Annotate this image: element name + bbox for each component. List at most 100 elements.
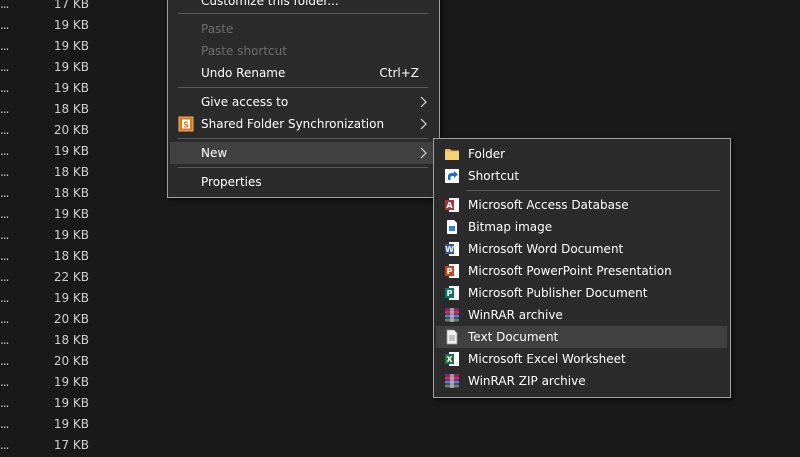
submenu-item-bitmap-image[interactable]: Bitmap image: [434, 216, 728, 238]
file-row[interactable]: ... 17 KB: [0, 436, 160, 457]
file-row[interactable]: ... 18 KB: [0, 247, 160, 268]
file-row[interactable]: ... 20 KB: [0, 352, 160, 373]
file-size: 18 KB: [53, 165, 89, 179]
menu-item-paste: Paste: [168, 18, 437, 40]
file-row[interactable]: ... 19 KB: [0, 415, 160, 436]
file-size: 18 KB: [53, 249, 89, 263]
file-size: 18 KB: [53, 102, 89, 116]
file-row[interactable]: ... 18 KB: [0, 331, 160, 352]
menu-separator: [178, 138, 428, 139]
file-row[interactable]: ... 18 KB: [0, 184, 160, 205]
file-name: ...: [0, 207, 10, 221]
folder-icon: [445, 149, 459, 160]
file-row[interactable]: ... 20 KB: [0, 310, 160, 331]
menu-item-label: Properties: [201, 175, 262, 189]
submenu-item-shortcut[interactable]: Shortcut: [434, 165, 728, 187]
file-row[interactable]: ... 19 KB: [0, 16, 160, 37]
file-name: ...: [0, 228, 10, 242]
submenu-item-label: WinRAR ZIP archive: [468, 374, 586, 388]
menu-item-label: Paste: [201, 22, 234, 36]
file-row[interactable]: ... 18 KB: [0, 163, 160, 184]
sync-icon: S: [178, 116, 194, 132]
file-size: 17 KB: [53, 0, 89, 11]
file-size: 19 KB: [53, 144, 89, 158]
svg-text:P: P: [447, 289, 453, 298]
file-name: ...: [0, 291, 10, 305]
file-name: ...: [0, 18, 10, 32]
menu-item-shared-folder-sync[interactable]: S Shared Folder Synchronization: [168, 113, 437, 135]
file-row[interactable]: ... 19 KB: [0, 394, 160, 415]
file-size: 19 KB: [53, 417, 89, 431]
winrar-icon: [445, 308, 459, 322]
menu-item-paste-shortcut: Paste shortcut: [168, 40, 437, 62]
file-name: ...: [0, 249, 10, 263]
context-menu: Customize this folder... Paste Paste sho…: [167, 0, 440, 198]
menu-item-label: New: [201, 146, 228, 160]
file-row[interactable]: ... 19 KB: [0, 226, 160, 247]
submenu-item-label: Microsoft Access Database: [468, 198, 629, 212]
powerpoint-icon: P: [445, 264, 459, 278]
menu-item-label: Customize this folder...: [201, 0, 339, 8]
file-row[interactable]: ... 19 KB: [0, 205, 160, 226]
submenu-item-word-document[interactable]: W Microsoft Word Document: [434, 238, 728, 260]
menu-separator: [178, 13, 428, 14]
submenu-item-label: Microsoft Word Document: [468, 242, 624, 256]
submenu-item-label: Shortcut: [468, 169, 520, 183]
submenu-item-powerpoint-presentation[interactable]: P Microsoft PowerPoint Presentation: [434, 260, 728, 282]
submenu-item-label: Microsoft Excel Worksheet: [468, 352, 626, 366]
file-size: 18 KB: [53, 333, 89, 347]
chevron-right-icon: [420, 96, 427, 108]
submenu-item-winrar-zip-archive[interactable]: WinRAR ZIP archive: [434, 370, 728, 392]
file-name: ...: [0, 102, 10, 116]
menu-item-customize-folder[interactable]: Customize this folder...: [168, 0, 437, 12]
file-size: 18 KB: [53, 186, 89, 200]
file-row[interactable]: ... 17 KB: [0, 0, 160, 16]
file-name: ...: [0, 123, 10, 137]
menu-item-give-access[interactable]: Give access to: [168, 91, 437, 113]
excel-icon: X: [445, 352, 459, 366]
file-size: 19 KB: [53, 207, 89, 221]
file-row[interactable]: ... 22 KB: [0, 268, 160, 289]
svg-text:X: X: [446, 355, 453, 364]
bitmap-icon: [447, 220, 457, 234]
menu-item-label: Give access to: [201, 95, 289, 109]
svg-text:W: W: [445, 245, 454, 254]
menu-item-new[interactable]: New: [170, 142, 437, 164]
submenu-item-folder[interactable]: Folder: [434, 143, 728, 165]
submenu-item-winrar-archive[interactable]: WinRAR archive: [434, 304, 728, 326]
file-size: 19 KB: [53, 291, 89, 305]
file-name: ...: [0, 39, 10, 53]
text-document-icon: [446, 329, 458, 345]
file-row[interactable]: ... 19 KB: [0, 142, 160, 163]
file-size: 19 KB: [53, 396, 89, 410]
file-name: ...: [0, 375, 10, 389]
file-name: ...: [0, 81, 10, 95]
file-name: ...: [0, 0, 10, 11]
submenu-item-access-database[interactable]: A Microsoft Access Database: [434, 194, 728, 216]
file-name: ...: [0, 270, 10, 284]
file-name: ...: [0, 186, 10, 200]
menu-item-properties[interactable]: Properties: [168, 171, 437, 193]
file-row[interactable]: ... 18 KB: [0, 100, 160, 121]
file-size: 20 KB: [53, 354, 89, 368]
submenu-item-text-document[interactable]: Text Document: [436, 326, 727, 348]
file-size: 19 KB: [53, 60, 89, 74]
file-name: ...: [0, 354, 10, 368]
file-row[interactable]: ... 20 KB: [0, 121, 160, 142]
file-row[interactable]: ... 19 KB: [0, 58, 160, 79]
file-size: 19 KB: [53, 39, 89, 53]
chevron-right-icon: [420, 147, 427, 159]
publisher-icon: P: [445, 286, 459, 300]
file-row[interactable]: ... 19 KB: [0, 289, 160, 310]
submenu-item-excel-worksheet[interactable]: X Microsoft Excel Worksheet: [434, 348, 728, 370]
file-row[interactable]: ... 19 KB: [0, 37, 160, 58]
file-size: 19 KB: [53, 375, 89, 389]
menu-item-undo-rename[interactable]: Undo Rename Ctrl+Z: [168, 62, 437, 84]
submenu-item-label: WinRAR archive: [468, 308, 563, 322]
file-name: ...: [0, 417, 10, 431]
file-row[interactable]: ... 19 KB: [0, 373, 160, 394]
chevron-right-icon: [420, 118, 427, 130]
file-name: ...: [0, 312, 10, 326]
file-row[interactable]: ... 19 KB: [0, 79, 160, 100]
submenu-item-publisher-document[interactable]: P Microsoft Publisher Document: [434, 282, 728, 304]
